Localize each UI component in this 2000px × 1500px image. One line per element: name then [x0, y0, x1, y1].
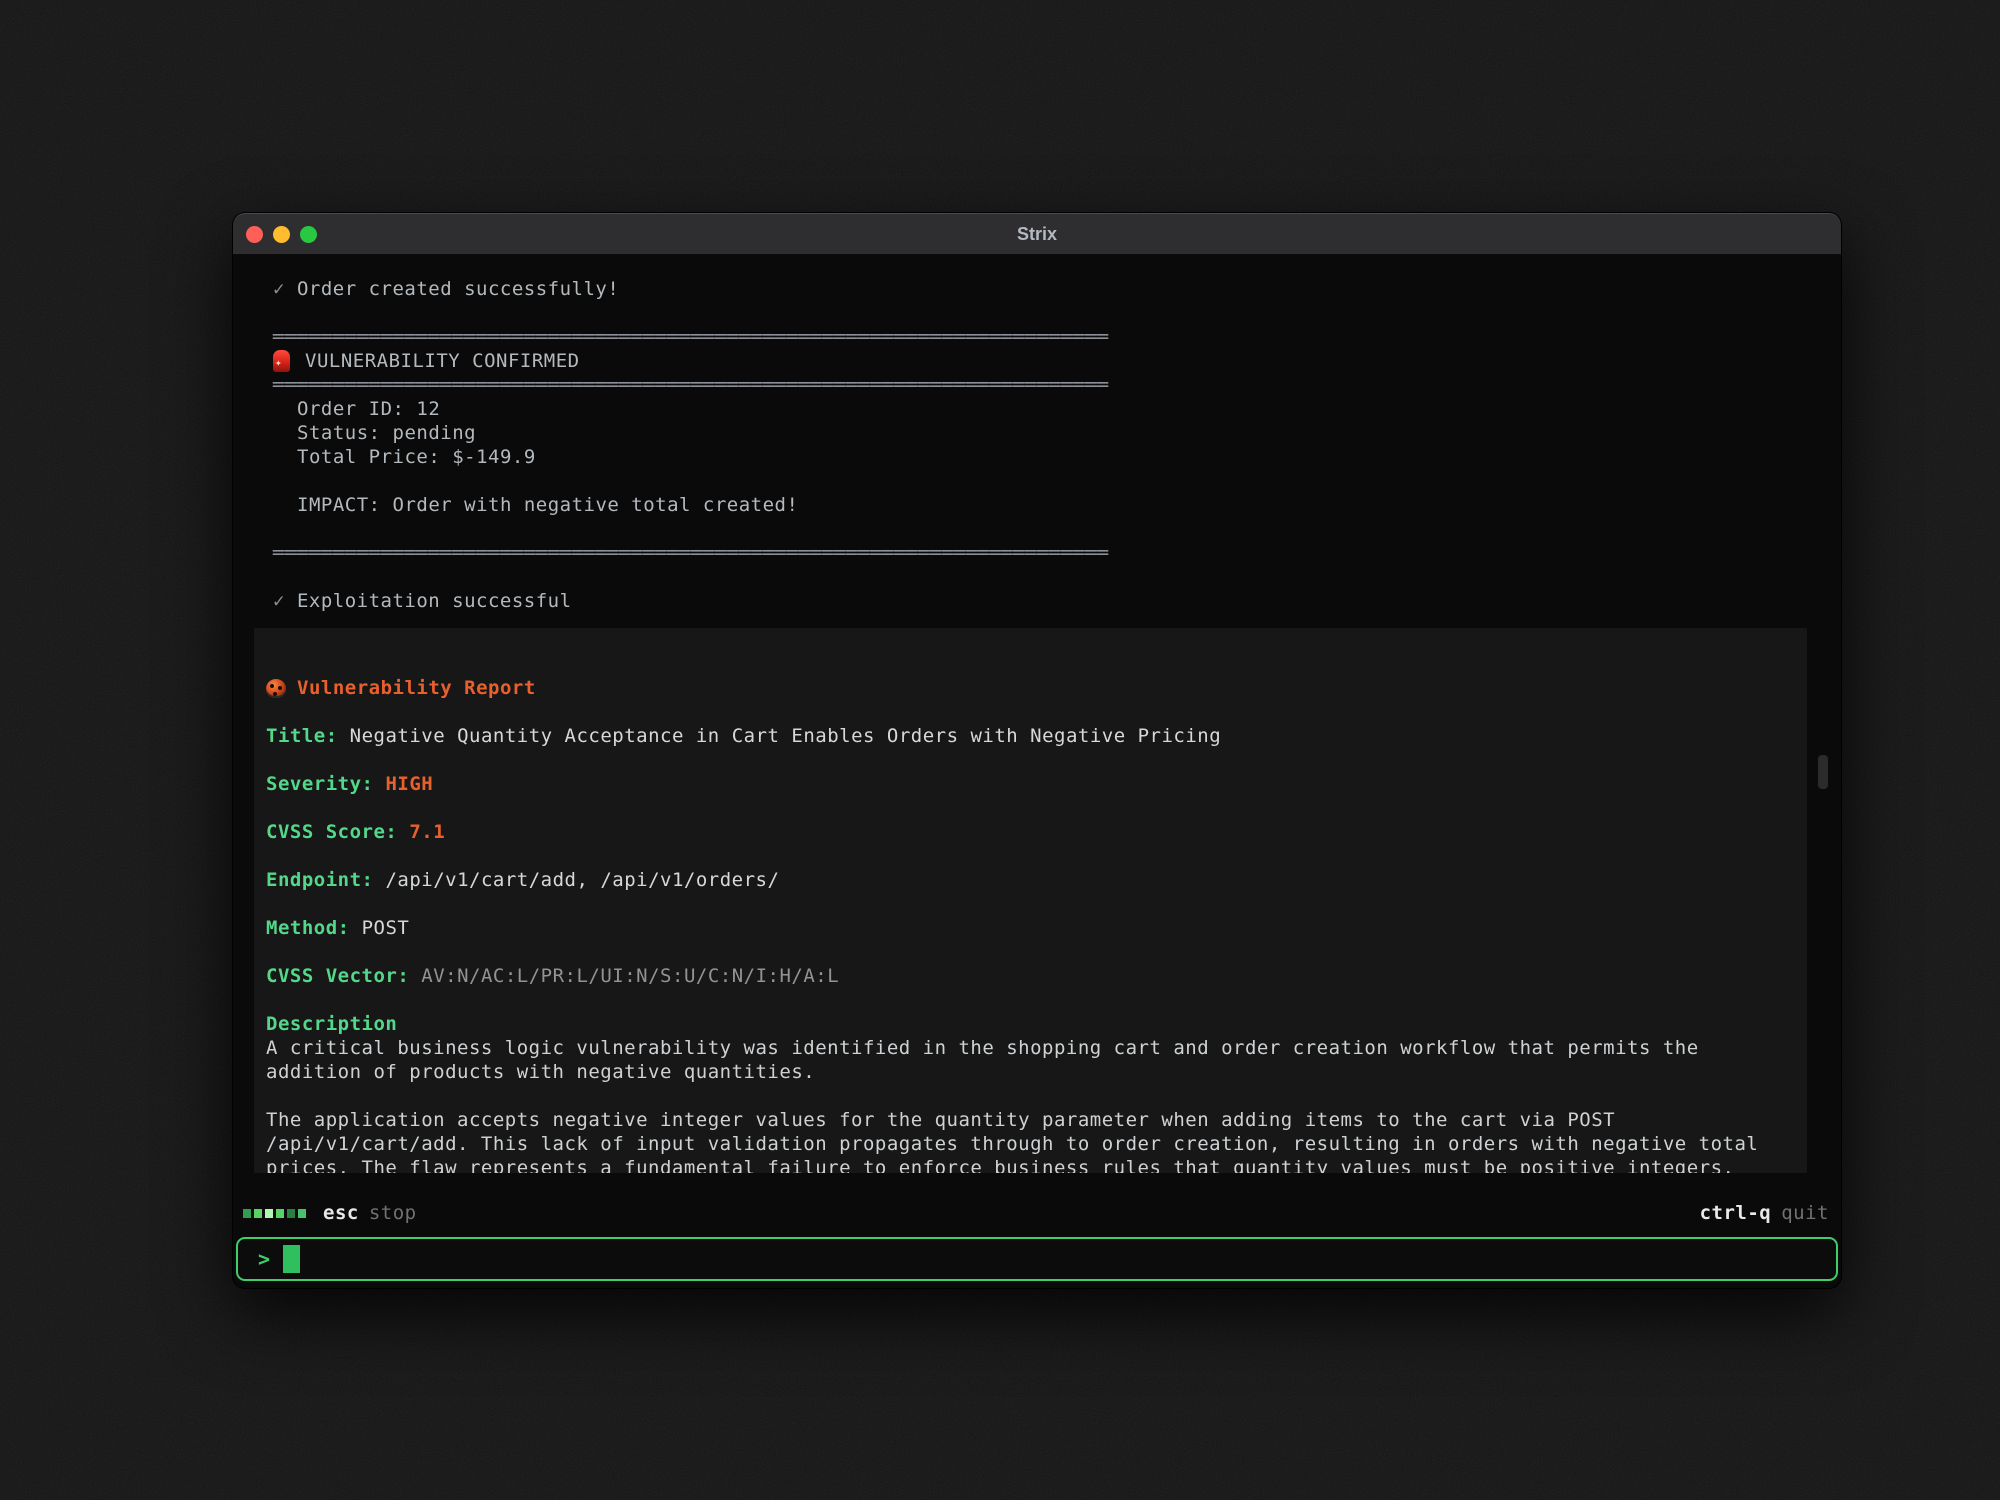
report-title-field: Title: Negative Quantity Acceptance in Ca… — [266, 724, 1793, 748]
report-cvss-score-field: CVSS Score: 7.1 — [266, 820, 1793, 844]
report-severity-field: Severity: HIGH — [266, 772, 1793, 796]
footer-keybar: esc stop ctrl-q quit — [233, 1200, 1841, 1226]
close-window-button[interactable] — [246, 226, 263, 243]
spinner-square — [265, 1209, 273, 1218]
spinner-square — [276, 1209, 284, 1218]
spinner-square — [298, 1209, 306, 1218]
order-id-line: Order ID: 12 — [233, 397, 1841, 421]
title-value: Negative Quantity Acceptance in Cart Ena… — [350, 724, 1222, 748]
order-total-price-line: Total Price: $-149.9 — [233, 445, 1841, 469]
spinner-square — [287, 1209, 295, 1218]
impact-line: IMPACT: Order with negative total create… — [233, 493, 1841, 517]
cvss-vector-value: AV:N/AC:L/PR:L/UI:N/S:U/C:N/I:H/A:L — [421, 964, 839, 988]
title-label: Title: — [266, 724, 338, 748]
report-method-field: Method: POST — [266, 916, 1793, 940]
order-status-line: Status: pending — [233, 421, 1841, 445]
endpoint-value: /api/v1/cart/add, /api/v1/orders/ — [385, 868, 779, 892]
check-icon: ✓ — [273, 589, 285, 613]
cvss-vector-label: CVSS Vector: — [266, 964, 409, 988]
separator-line: ════════════════════════════════════════… — [233, 373, 1841, 397]
report-heading-line: Vulnerability Report — [266, 676, 1793, 700]
quit-key-hint[interactable]: ctrl-q quit — [1700, 1202, 1829, 1224]
siren-icon — [273, 350, 290, 372]
prompt-chevron: > — [258, 1247, 271, 1271]
separator-line: ════════════════════════════════════════… — [233, 541, 1841, 565]
method-label: Method: — [266, 916, 350, 940]
spinner-square — [254, 1209, 262, 1218]
bug-icon — [266, 679, 286, 698]
check-icon: ✓ — [273, 277, 285, 301]
spinner-square — [243, 1209, 251, 1218]
description-paragraph-line: A critical business logic vulnerability … — [266, 1036, 1793, 1060]
description-heading: Description — [266, 1012, 1793, 1036]
description-paragraph-line: prices. The flaw represents a fundamenta… — [266, 1156, 1793, 1173]
description-paragraph-line: addition of products with negative quant… — [266, 1060, 1793, 1084]
cvss-score-label: CVSS Score: — [266, 820, 397, 844]
text-cursor — [283, 1245, 300, 1273]
separator-line: ════════════════════════════════════════… — [233, 325, 1841, 349]
vertical-scrollbar-thumb[interactable] — [1818, 755, 1828, 789]
window-titlebar: Strix — [233, 213, 1841, 255]
stop-action-label: stop — [369, 1202, 417, 1224]
strix-terminal-window: Strix ✓ Order created successfully! ═════… — [233, 213, 1841, 1288]
activity-spinner — [243, 1209, 306, 1218]
vulnerability-confirmed-line: VULNERABILITY CONFIRMED — [233, 349, 1841, 373]
exploitation-success-line: ✓ Exploitation successful — [233, 589, 1841, 613]
endpoint-label: Endpoint: — [266, 868, 373, 892]
window-title: Strix — [1017, 224, 1057, 245]
minimize-window-button[interactable] — [273, 226, 290, 243]
report-heading: Vulnerability Report — [297, 676, 536, 700]
method-value: POST — [362, 916, 410, 940]
traffic-lights — [246, 214, 317, 254]
report-endpoint-field: Endpoint: /api/v1/cart/add, /api/v1/order… — [266, 868, 1793, 892]
report-cvss-vector-field: CVSS Vector: AV:N/AC:L/PR:L/UI:N/S:U/C:N/… — [266, 964, 1793, 988]
vulnerability-report-panel: Vulnerability Report Title: Negative Quan… — [254, 628, 1807, 1173]
terminal-output: ✓ Order created successfully! ═══════════… — [233, 255, 1841, 1173]
command-input[interactable]: > — [236, 1237, 1838, 1281]
quit-action-label: quit — [1781, 1202, 1829, 1224]
esc-key-label: esc — [323, 1202, 359, 1224]
exploitation-success-text: Exploitation successful — [297, 589, 572, 613]
zoom-window-button[interactable] — [300, 226, 317, 243]
cvss-score-value: 7.1 — [409, 820, 445, 844]
description-paragraph-line: /api/v1/cart/add. This lack of input val… — [266, 1132, 1793, 1156]
order-success-line: ✓ Order created successfully! — [233, 277, 1841, 301]
description-heading-text: Description — [266, 1012, 397, 1036]
severity-label: Severity: — [266, 772, 373, 796]
order-success-text: Order created successfully! — [297, 277, 619, 301]
stop-key-hint[interactable]: esc stop — [243, 1202, 417, 1224]
severity-value: HIGH — [385, 772, 433, 796]
vulnerability-confirmed-title: VULNERABILITY CONFIRMED — [305, 349, 580, 373]
ctrl-q-key-label: ctrl-q — [1700, 1202, 1772, 1224]
description-paragraph-line: The application accepts negative integer… — [266, 1108, 1793, 1132]
